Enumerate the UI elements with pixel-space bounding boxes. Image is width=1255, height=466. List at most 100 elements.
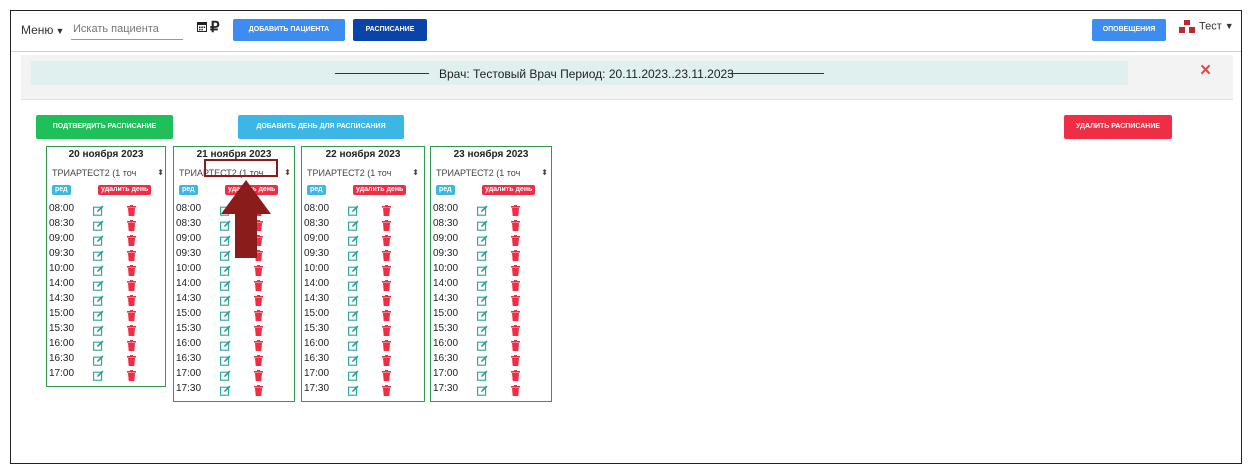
- trash-icon[interactable]: [511, 353, 520, 366]
- edit-icon[interactable]: [348, 248, 359, 261]
- edit-icon[interactable]: [220, 278, 231, 291]
- edit-icon[interactable]: [477, 233, 488, 246]
- edit-icon[interactable]: [220, 353, 231, 366]
- trash-icon[interactable]: [127, 338, 136, 351]
- menu-dropdown[interactable]: Меню ▼: [21, 23, 64, 37]
- trash-icon[interactable]: [127, 308, 136, 321]
- procedure-select[interactable]: ТРИАРТЕСТ2 (1 точ ⬍: [436, 168, 548, 178]
- trash-icon[interactable]: [382, 263, 391, 276]
- edit-icon[interactable]: [348, 233, 359, 246]
- procedure-select[interactable]: ТРИАРТЕСТ2 (1 точ ⬍: [52, 168, 164, 178]
- calendar-icon[interactable]: [197, 21, 207, 32]
- trash-icon[interactable]: [511, 248, 520, 261]
- edit-day-tag[interactable]: ред: [52, 185, 71, 195]
- edit-icon[interactable]: [477, 293, 488, 306]
- trash-icon[interactable]: [127, 203, 136, 216]
- trash-icon[interactable]: [511, 203, 520, 216]
- edit-icon[interactable]: [220, 383, 231, 396]
- trash-icon[interactable]: [511, 293, 520, 306]
- procedure-select[interactable]: ТРИАРТЕСТ2 (1 точ ⬍: [307, 168, 419, 178]
- close-icon[interactable]: ×: [1200, 60, 1211, 82]
- trash-icon[interactable]: [511, 323, 520, 336]
- edit-icon[interactable]: [93, 293, 104, 306]
- edit-icon[interactable]: [348, 293, 359, 306]
- trash-icon[interactable]: [254, 263, 263, 276]
- trash-icon[interactable]: [254, 278, 263, 291]
- edit-icon[interactable]: [220, 308, 231, 321]
- trash-icon[interactable]: [382, 353, 391, 366]
- edit-icon[interactable]: [477, 218, 488, 231]
- add-patient-button[interactable]: ДОБАВИТЬ ПАЦИЕНТА: [233, 19, 345, 41]
- delete-day-button[interactable]: удалить день: [353, 185, 407, 195]
- trash-icon[interactable]: [254, 323, 263, 336]
- trash-icon[interactable]: [127, 248, 136, 261]
- trash-icon[interactable]: [254, 308, 263, 321]
- trash-icon[interactable]: [254, 338, 263, 351]
- edit-icon[interactable]: [220, 293, 231, 306]
- trash-icon[interactable]: [127, 263, 136, 276]
- trash-icon[interactable]: [511, 263, 520, 276]
- trash-icon[interactable]: [511, 218, 520, 231]
- edit-icon[interactable]: [477, 203, 488, 216]
- edit-day-tag[interactable]: ред: [307, 185, 326, 195]
- edit-icon[interactable]: [93, 248, 104, 261]
- trash-icon[interactable]: [127, 353, 136, 366]
- trash-icon[interactable]: [127, 278, 136, 291]
- edit-icon[interactable]: [93, 308, 104, 321]
- trash-icon[interactable]: [511, 278, 520, 291]
- edit-icon[interactable]: [477, 368, 488, 381]
- trash-icon[interactable]: [382, 203, 391, 216]
- edit-icon[interactable]: [93, 323, 104, 336]
- edit-icon[interactable]: [93, 278, 104, 291]
- trash-icon[interactable]: [382, 218, 391, 231]
- trash-icon[interactable]: [127, 233, 136, 246]
- edit-icon[interactable]: [348, 308, 359, 321]
- delete-day-button[interactable]: удалить день: [98, 185, 152, 195]
- edit-icon[interactable]: [477, 263, 488, 276]
- edit-icon[interactable]: [93, 338, 104, 351]
- trash-icon[interactable]: [382, 338, 391, 351]
- edit-icon[interactable]: [348, 368, 359, 381]
- edit-day-tag[interactable]: ред: [436, 185, 455, 195]
- trash-icon[interactable]: [254, 368, 263, 381]
- ruble-icon[interactable]: ₽: [210, 18, 220, 36]
- edit-icon[interactable]: [477, 353, 488, 366]
- edit-icon[interactable]: [93, 233, 104, 246]
- edit-day-tag[interactable]: ред: [179, 185, 198, 195]
- trash-icon[interactable]: [254, 353, 263, 366]
- trash-icon[interactable]: [127, 323, 136, 336]
- trash-icon[interactable]: [382, 368, 391, 381]
- edit-icon[interactable]: [477, 278, 488, 291]
- confirm-schedule-button[interactable]: ПОДТВЕРДИТЬ РАСПИСАНИЕ: [36, 115, 173, 139]
- trash-icon[interactable]: [511, 308, 520, 321]
- edit-icon[interactable]: [348, 203, 359, 216]
- edit-icon[interactable]: [348, 323, 359, 336]
- edit-icon[interactable]: [477, 383, 488, 396]
- trash-icon[interactable]: [511, 338, 520, 351]
- trash-icon[interactable]: [382, 248, 391, 261]
- trash-icon[interactable]: [127, 293, 136, 306]
- add-day-button[interactable]: ДОБАВИТЬ ДЕНЬ ДЛЯ РАСПИСАНИЯ: [238, 115, 404, 139]
- edit-icon[interactable]: [220, 368, 231, 381]
- trash-icon[interactable]: [254, 383, 263, 396]
- edit-icon[interactable]: [348, 278, 359, 291]
- edit-icon[interactable]: [477, 338, 488, 351]
- trash-icon[interactable]: [511, 233, 520, 246]
- edit-icon[interactable]: [93, 263, 104, 276]
- edit-icon[interactable]: [477, 323, 488, 336]
- delete-day-button[interactable]: удалить день: [482, 185, 536, 195]
- edit-icon[interactable]: [477, 308, 488, 321]
- delete-schedule-button[interactable]: УДАЛИТЬ РАСПИСАНИЕ: [1064, 115, 1172, 139]
- edit-icon[interactable]: [348, 353, 359, 366]
- trash-icon[interactable]: [382, 308, 391, 321]
- edit-icon[interactable]: [477, 248, 488, 261]
- trash-icon[interactable]: [254, 293, 263, 306]
- edit-icon[interactable]: [348, 338, 359, 351]
- edit-icon[interactable]: [220, 323, 231, 336]
- trash-icon[interactable]: [382, 233, 391, 246]
- edit-icon[interactable]: [220, 263, 231, 276]
- edit-icon[interactable]: [348, 263, 359, 276]
- trash-icon[interactable]: [127, 368, 136, 381]
- edit-icon[interactable]: [220, 338, 231, 351]
- edit-icon[interactable]: [93, 368, 104, 381]
